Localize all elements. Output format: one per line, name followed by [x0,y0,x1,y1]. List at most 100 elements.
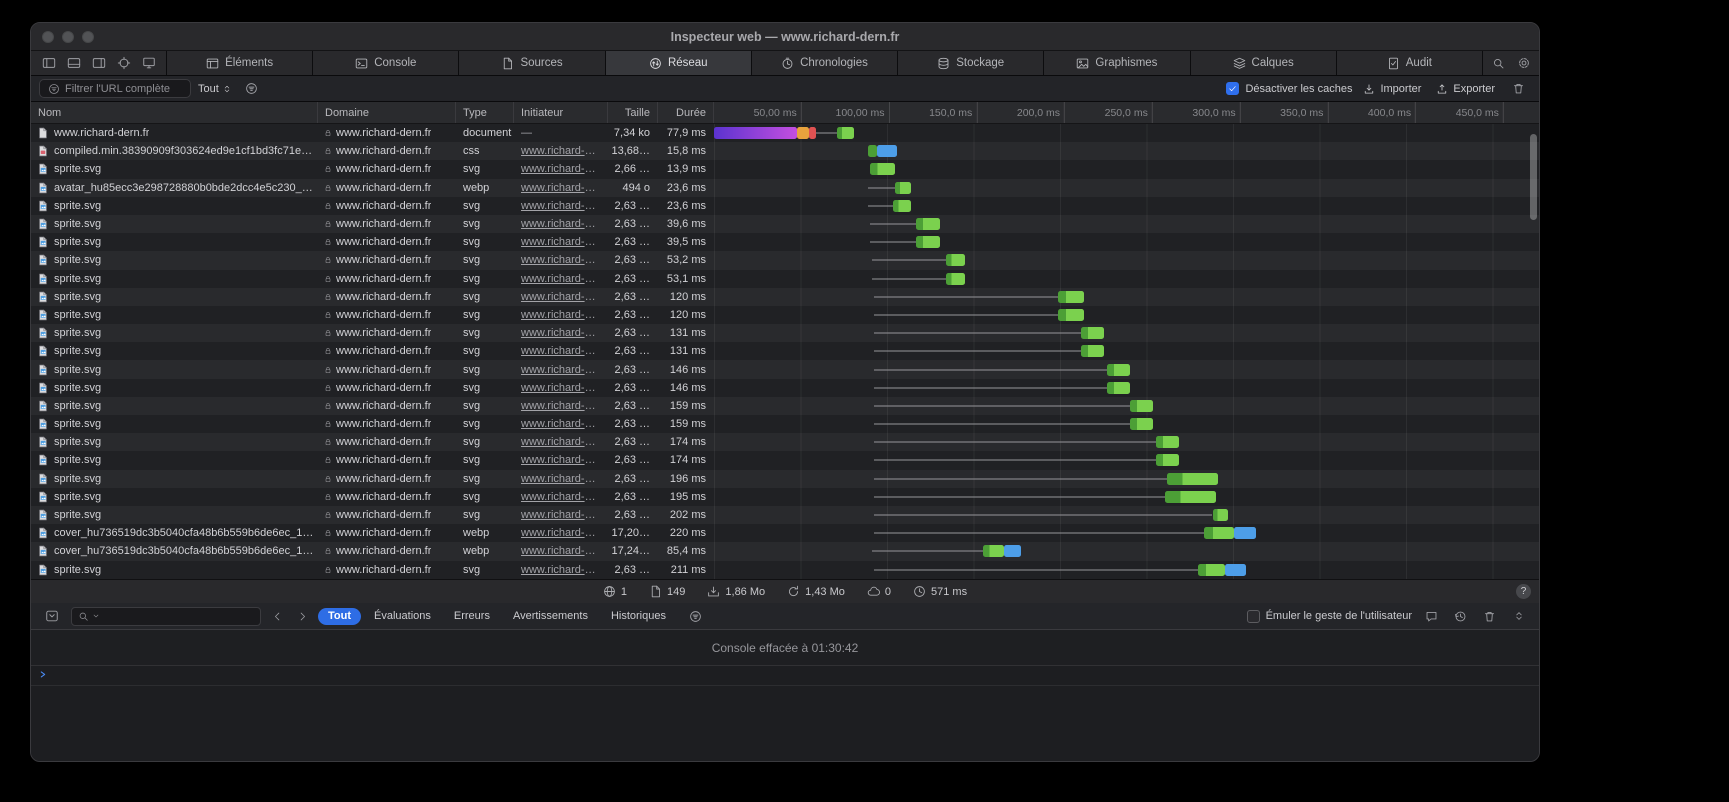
tab-graphics[interactable]: Graphismes [1044,51,1190,75]
waterfall-bar[interactable] [1130,418,1153,430]
waterfall-bar[interactable] [893,200,911,212]
network-request-row[interactable]: cover_hu736519dc3b5040cfa48b6b559b6de6ec… [31,524,1539,542]
waterfall-bar[interactable] [1234,527,1257,539]
waterfall-bar[interactable] [916,218,941,230]
network-request-row[interactable]: sprite.svg www.richard-dern.fr svg www.r… [31,561,1539,579]
waterfall-bar[interactable] [809,127,816,139]
network-request-row[interactable]: sprite.svg www.richard-dern.fr svg www.r… [31,251,1539,269]
waterfall-bar[interactable] [1081,345,1104,357]
waterfall-bar[interactable] [946,254,965,266]
network-request-row[interactable]: avatar_hu85ecc3e298728880b0bde2dcc4e5c23… [31,179,1539,197]
waterfall-bar[interactable] [895,182,911,194]
tab-layers[interactable]: Calques [1191,51,1337,75]
console-messages-icon[interactable] [1419,610,1444,623]
console-prompt[interactable] [31,666,1539,686]
network-request-row[interactable]: sprite.svg www.richard-dern.fr svg www.r… [31,451,1539,469]
network-request-row[interactable]: compiled.min.38390909f303624ed9e1cf1bd3f… [31,142,1539,160]
tab-timelines[interactable]: Chronologies [752,51,898,75]
url-filter-input[interactable]: Filtrer l'URL complète [39,79,191,98]
filter-options-icon[interactable] [239,76,264,101]
initiator-link[interactable]: www.richard-d… [521,218,601,230]
help-icon[interactable]: ? [1516,584,1531,599]
network-request-row[interactable]: sprite.svg www.richard-dern.fr svg www.r… [31,324,1539,342]
console-filter-erreurs[interactable]: Erreurs [444,608,500,625]
initiator-link[interactable]: www.richard-d… [521,509,601,521]
waterfall-bar[interactable] [877,145,896,157]
initiator-link[interactable]: www.richard-d… [521,527,601,539]
initiator-link[interactable]: www.richard-d… [521,309,601,321]
network-request-row[interactable]: www.richard-dern.fr www.richard-dern.fr … [31,124,1539,142]
element-picker-icon[interactable] [111,51,136,75]
waterfall-bar[interactable] [1081,327,1104,339]
tab-audit[interactable]: Audit [1337,51,1483,75]
initiator-link[interactable]: www.richard-d… [521,163,601,175]
waterfall-bar[interactable] [946,273,965,285]
initiator-link[interactable]: www.richard-d… [521,364,601,376]
network-request-row[interactable]: sprite.svg www.richard-dern.fr svg www.r… [31,397,1539,415]
waterfall-bar[interactable] [1213,509,1229,521]
waterfall-bar[interactable] [1107,382,1130,394]
close-window-button[interactable] [42,31,54,43]
network-request-row[interactable]: sprite.svg www.richard-dern.fr svg www.r… [31,470,1539,488]
initiator-link[interactable]: www.richard-d… [521,436,601,448]
initiator-link[interactable]: www.richard-d… [521,454,601,466]
network-request-row[interactable]: sprite.svg www.richard-dern.fr svg www.r… [31,270,1539,288]
network-request-row[interactable]: sprite.svg www.richard-dern.fr svg www.r… [31,306,1539,324]
network-request-row[interactable]: sprite.svg www.richard-dern.fr svg www.r… [31,233,1539,251]
emulate-user-gesture-checkbox[interactable]: Émuler le geste de l'utilisateur [1247,610,1412,623]
initiator-link[interactable]: www.richard-d… [521,400,601,412]
console-filter-avertissements[interactable]: Avertissements [503,608,598,625]
network-request-row[interactable]: sprite.svg www.richard-dern.fr svg www.r… [31,379,1539,397]
resource-type-select[interactable]: Tout [198,83,232,95]
stat-cloud[interactable]: 0 [867,585,891,598]
initiator-link[interactable]: www.richard-d… [521,545,601,557]
initiator-link[interactable]: www.richard-d… [521,564,601,576]
initiator-link[interactable]: www.richard-d… [521,236,601,248]
waterfall-bar[interactable] [1204,527,1234,539]
stat-transfer[interactable]: 1,43 Mo [787,585,845,598]
stat-imported[interactable]: 1,86 Mo [707,585,765,598]
initiator-link[interactable]: www.richard-d… [521,145,601,157]
previous-result-icon[interactable] [268,607,286,626]
column-header-name[interactable]: Nom [31,102,318,123]
column-header-duration[interactable]: Durée [658,102,714,123]
next-result-icon[interactable] [293,607,311,626]
clear-console-trash-icon[interactable] [1477,610,1502,623]
toggle-sidebar-icon[interactable] [36,51,61,75]
zoom-window-button[interactable] [82,31,94,43]
vertical-scrollbar[interactable] [1528,126,1537,577]
import-button[interactable]: Importer [1359,83,1425,95]
waterfall-bar[interactable] [1107,364,1130,376]
responsive-mode-icon[interactable] [136,51,161,75]
initiator-link[interactable]: www.richard-d… [521,491,601,503]
initiator-link[interactable]: www.richard-d… [521,291,601,303]
column-header-type[interactable]: Type [456,102,514,123]
waterfall-bar[interactable] [1156,436,1179,448]
network-request-row[interactable]: sprite.svg www.richard-dern.fr svg www.r… [31,215,1539,233]
history-clock-icon[interactable] [1448,610,1473,623]
export-button[interactable]: Exporter [1432,83,1499,95]
dock-bottom-icon[interactable] [61,51,86,75]
initiator-link[interactable]: www.richard-d… [521,254,601,266]
scrollbar-thumb[interactable] [1530,134,1537,220]
column-header-initiator[interactable]: Initiateur [514,102,608,123]
stat-globe[interactable]: 1 [603,585,627,598]
minimize-window-button[interactable] [62,31,74,43]
initiator-link[interactable]: www.richard-d… [521,273,601,285]
network-request-row[interactable]: sprite.svg www.richard-dern.fr svg www.r… [31,160,1539,178]
waterfall-bar[interactable] [1198,564,1224,576]
network-request-row[interactable]: sprite.svg www.richard-dern.fr svg www.r… [31,342,1539,360]
network-request-row[interactable]: sprite.svg www.richard-dern.fr svg www.r… [31,360,1539,378]
clear-network-trash-icon[interactable] [1506,76,1531,101]
console-filter-options-icon[interactable] [683,603,708,629]
waterfall-bar[interactable] [868,145,877,157]
expand-console-icon[interactable] [1506,610,1531,622]
waterfall-bar[interactable] [1004,545,1022,557]
network-request-row[interactable]: sprite.svg www.richard-dern.fr svg www.r… [31,433,1539,451]
initiator-link[interactable]: www.richard-d… [521,200,601,212]
initiator-link[interactable]: www.richard-d… [521,327,601,339]
waterfall-bar[interactable] [1167,473,1218,485]
waterfall-bar[interactable] [797,127,809,139]
initiator-link[interactable]: www.richard-d… [521,182,601,194]
tab-storage[interactable]: Stockage [898,51,1044,75]
